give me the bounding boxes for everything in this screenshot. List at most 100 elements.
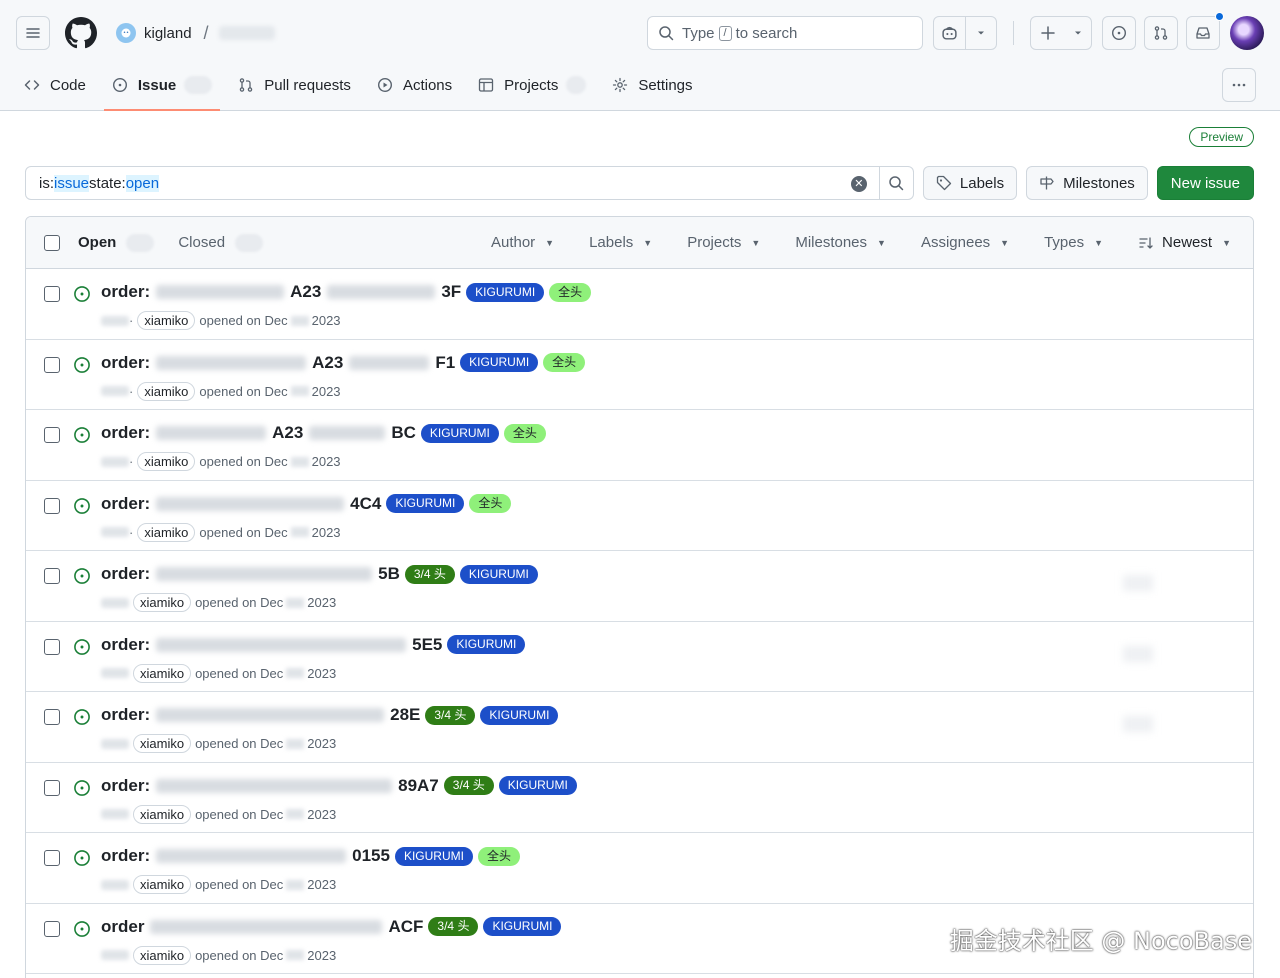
label-full-head[interactable]: 全头 xyxy=(543,353,586,372)
label-three-quarter-head[interactable]: 3/4 头 xyxy=(404,564,455,584)
sort-dropdown[interactable]: Newest ▼ xyxy=(1138,234,1231,251)
label-kigurumi[interactable]: KIGURUMI xyxy=(420,423,499,443)
filter-search-button[interactable] xyxy=(879,166,914,200)
label-full-head[interactable]: 全头 xyxy=(503,423,546,443)
issue-checkbox[interactable] xyxy=(44,920,60,937)
tab-pull-requests[interactable]: Pull requests xyxy=(230,66,359,104)
author-link[interactable]: xiamiko xyxy=(133,593,192,612)
author-link[interactable]: xiamiko xyxy=(133,945,192,965)
issue-title[interactable]: order: 4C4 KIGURUMI 全头 xyxy=(101,492,512,516)
label-kigurumi[interactable]: KIGURUMI xyxy=(466,282,545,302)
tab-actions[interactable]: Actions xyxy=(369,66,460,104)
author-link[interactable]: xiamiko xyxy=(137,522,196,542)
issue-checkbox[interactable] xyxy=(44,850,60,866)
title-mid: A23 xyxy=(312,352,344,372)
issue-title[interactable]: order: 5B 3/4 头 KIGURUMI xyxy=(101,562,538,586)
label-kigurumi[interactable]: KIGURUMI xyxy=(394,846,473,866)
copilot-button[interactable] xyxy=(934,17,965,49)
issue-checkbox[interactable] xyxy=(44,286,60,302)
issue-row[interactable]: order: A23 BC KIGURUMI 全头 · xiamiko open… xyxy=(26,410,1253,481)
issue-checkbox[interactable] xyxy=(44,568,60,584)
tab-projects[interactable]: Projects xyxy=(470,66,594,104)
create-new-button[interactable] xyxy=(1031,17,1065,49)
milestones-button[interactable]: Milestones xyxy=(1026,166,1148,200)
issues-button[interactable] xyxy=(1102,16,1136,50)
tab-issues[interactable]: Issue xyxy=(103,66,221,111)
issue-title[interactable]: order: 28E 3/4 头 KIGURUMI xyxy=(101,703,559,727)
label-full-head[interactable]: 全头 xyxy=(477,846,520,866)
author-link[interactable]: xiamiko xyxy=(133,734,192,753)
author-link[interactable]: xiamiko xyxy=(133,804,192,824)
author-link[interactable]: xiamiko xyxy=(133,663,192,683)
label-three-quarter-head[interactable]: 3/4 头 xyxy=(443,776,494,795)
issue-checkbox[interactable] xyxy=(44,497,60,514)
label-three-quarter-head[interactable]: 3/4 头 xyxy=(428,917,479,936)
owner-link[interactable]: kigland xyxy=(144,25,192,42)
author-filter[interactable]: Author ▼ xyxy=(491,234,554,251)
label-kigurumi[interactable]: KIGURUMI xyxy=(460,353,539,372)
pull-requests-button[interactable] xyxy=(1144,16,1178,50)
create-new-menu[interactable] xyxy=(1030,16,1092,50)
issue-title[interactable]: order: 5E5 KIGURUMI xyxy=(101,633,526,657)
issue-title[interactable]: order: 0155 KIGURUMI 全头 xyxy=(101,844,520,868)
author-link[interactable]: xiamiko xyxy=(133,875,192,894)
author-link[interactable]: xiamiko xyxy=(137,452,196,471)
closed-issues-tab[interactable]: Closed xyxy=(178,233,264,252)
tab-settings[interactable]: Settings xyxy=(604,66,700,104)
label-kigurumi[interactable]: KIGURUMI xyxy=(480,705,559,725)
menu-button[interactable] xyxy=(16,16,50,50)
issue-title[interactable]: order ACF 3/4 头 KIGURUMI xyxy=(101,915,562,939)
inbox-button[interactable] xyxy=(1186,16,1220,50)
label-kigurumi[interactable]: KIGURUMI xyxy=(498,776,577,795)
repo-name-redacted[interactable] xyxy=(218,26,275,40)
issue-title[interactable]: order: A23 3F KIGURUMI 全头 xyxy=(101,280,592,304)
create-new-dropdown[interactable] xyxy=(1065,17,1091,49)
issue-row[interactable]: order: 0155 KIGURUMI 全头 xiamiko opened o… xyxy=(26,833,1253,904)
projects-filter[interactable]: Projects ▼ xyxy=(687,234,760,251)
issue-title[interactable]: order: 89A7 3/4 头 KIGURUMI xyxy=(101,774,577,798)
opened-text: opened on Dec xyxy=(195,595,284,610)
clear-filter-icon[interactable]: ✕ xyxy=(850,176,867,192)
issue-checkbox[interactable] xyxy=(44,638,60,655)
issue-checkbox[interactable] xyxy=(44,356,60,373)
author-link[interactable]: xiamiko xyxy=(137,311,196,330)
issue-checkbox[interactable] xyxy=(44,779,60,796)
types-filter[interactable]: Types ▼ xyxy=(1044,234,1103,251)
issue-title[interactable]: order: A23 BC KIGURUMI 全头 xyxy=(101,421,546,445)
global-search[interactable]: Type / to search xyxy=(647,16,923,50)
issue-row[interactable]: order: 4C4 KIGURUMI 全头 · xiamiko opened … xyxy=(26,481,1253,551)
copilot-dropdown[interactable] xyxy=(965,17,996,49)
label-kigurumi[interactable]: KIGURUMI xyxy=(483,917,562,936)
label-full-head[interactable]: 全头 xyxy=(549,282,592,302)
open-issues-tab[interactable]: Open xyxy=(78,233,155,252)
owner-avatar[interactable] xyxy=(116,23,136,43)
label-kigurumi[interactable]: KIGURUMI xyxy=(386,494,465,513)
issue-checkbox[interactable] xyxy=(44,709,60,725)
issue-row[interactable]: order: 28E 3/4 头 KIGURUMI xiamiko opened… xyxy=(26,692,1253,763)
labels-filter[interactable]: Labels ▼ xyxy=(589,234,652,251)
github-logo[interactable] xyxy=(64,16,98,50)
issues-filter-input[interactable]: is: issue state: open ✕ xyxy=(25,166,880,200)
issue-checkbox[interactable] xyxy=(44,427,60,443)
milestones-filter[interactable]: Milestones ▼ xyxy=(795,234,886,251)
preview-badge[interactable]: Preview xyxy=(1189,127,1254,147)
tab-code[interactable]: Code xyxy=(24,66,94,104)
label-kigurumi[interactable]: KIGURUMI xyxy=(459,564,538,584)
new-issue-button[interactable]: New issue xyxy=(1156,166,1254,200)
more-options-button[interactable] xyxy=(1222,68,1256,102)
user-avatar[interactable] xyxy=(1230,16,1264,50)
label-kigurumi[interactable]: KIGURUMI xyxy=(447,635,526,654)
label-full-head[interactable]: 全头 xyxy=(469,494,512,513)
issue-row[interactable]: order: 89A7 3/4 头 KIGURUMI xiamiko opene… xyxy=(26,763,1253,833)
issue-title[interactable]: order: A23 F1 KIGURUMI 全头 xyxy=(101,351,586,375)
labels-button[interactable]: Labels xyxy=(922,166,1018,200)
label-three-quarter-head[interactable]: 3/4 头 xyxy=(425,705,476,725)
assignees-filter[interactable]: Assignees ▼ xyxy=(921,234,1009,251)
issue-row[interactable]: order: 5E5 KIGURUMI xiamiko opened on De… xyxy=(26,622,1253,692)
issue-row[interactable]: order: A23 3F KIGURUMI 全头 · xiamiko open… xyxy=(26,269,1253,340)
select-all-checkbox[interactable] xyxy=(44,234,60,251)
copilot-menu[interactable] xyxy=(933,16,997,50)
author-link[interactable]: xiamiko xyxy=(137,381,196,401)
issue-row[interactable]: order: A23 F1 KIGURUMI 全头 · xiamiko open… xyxy=(26,340,1253,410)
issue-row[interactable]: order: 5B 3/4 头 KIGURUMI xiamiko opened … xyxy=(26,551,1253,622)
